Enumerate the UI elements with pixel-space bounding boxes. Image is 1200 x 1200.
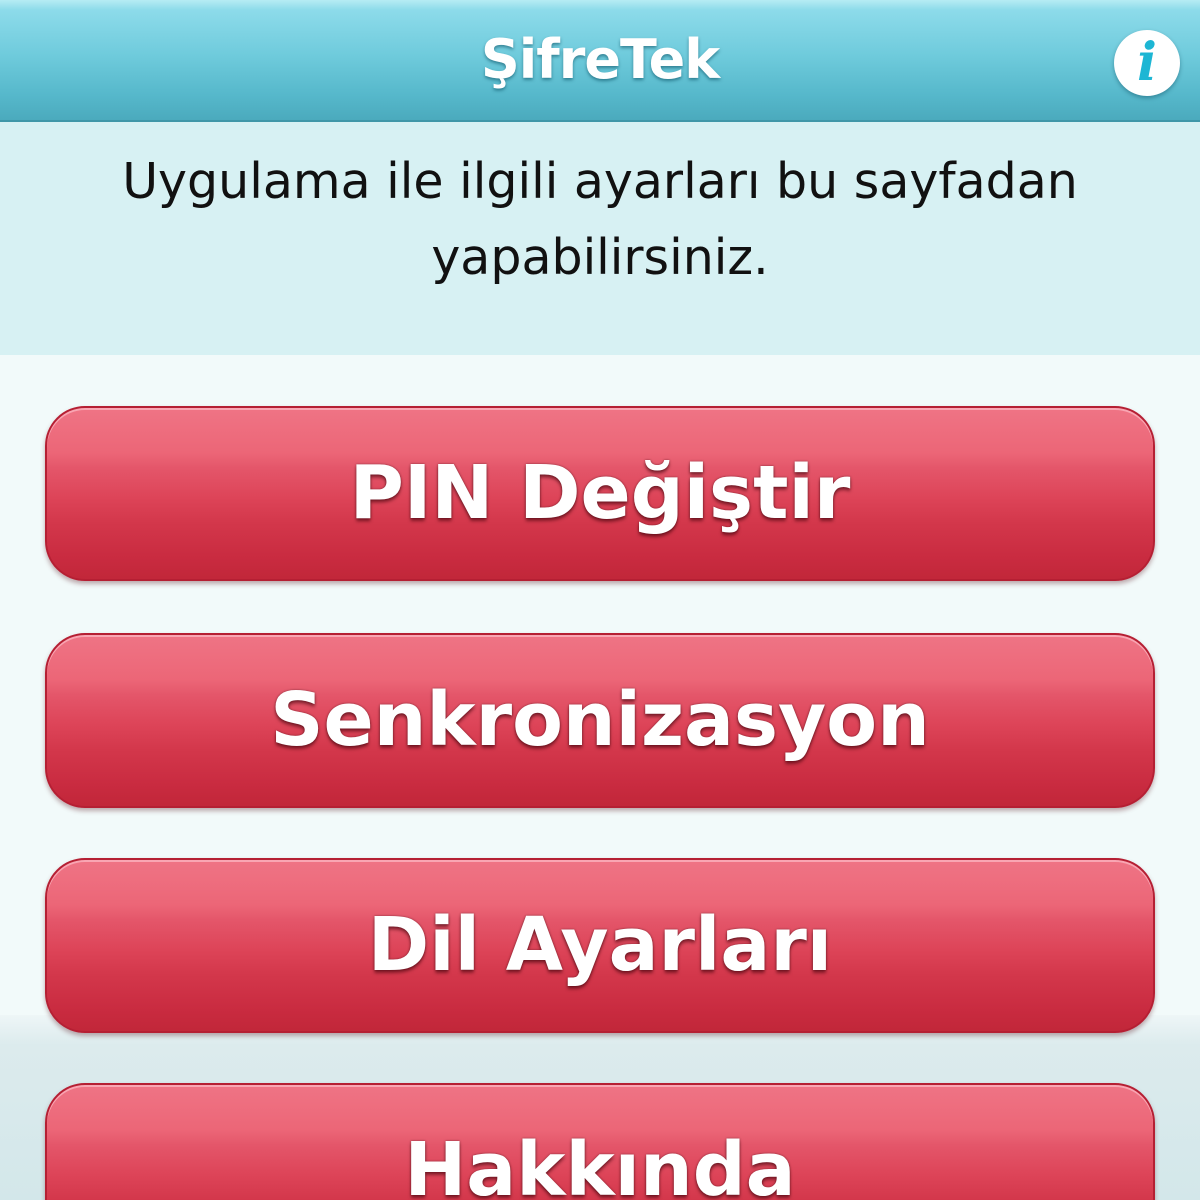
description-panel: Uygulama ile ilgili ayarları bu sayfadan… [0, 122, 1200, 355]
language-settings-label: Dil Ayarları [367, 902, 833, 988]
info-button[interactable]: i [1114, 30, 1180, 96]
synchronization-label: Senkronizasyon [270, 677, 930, 763]
about-label: Hakkında [404, 1127, 796, 1200]
settings-screen: ŞifreTek i Uygulama ile ilgili ayarları … [0, 0, 1200, 1200]
synchronization-button[interactable]: Senkronizasyon [45, 633, 1155, 808]
change-pin-button[interactable]: PIN Değiştir [45, 406, 1155, 581]
app-title: ŞifreTek [480, 28, 720, 91]
title-bar: ŞifreTek i [0, 0, 1200, 122]
language-settings-button[interactable]: Dil Ayarları [45, 858, 1155, 1033]
info-icon: i [1137, 32, 1157, 93]
description-text: Uygulama ile ilgili ayarları bu sayfadan… [122, 153, 1078, 286]
about-button[interactable]: Hakkında [45, 1083, 1155, 1200]
change-pin-label: PIN Değiştir [349, 450, 851, 536]
